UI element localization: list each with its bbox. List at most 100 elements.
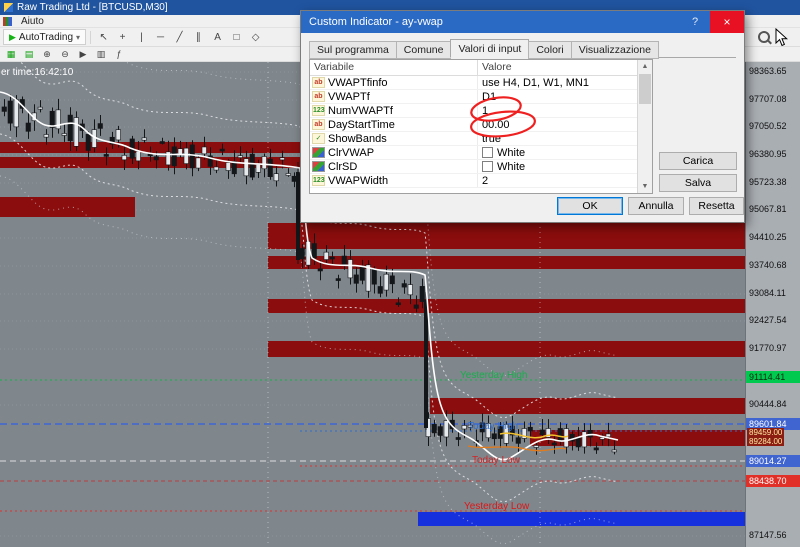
ab-type-icon: ab [312,77,325,88]
chart-menu-icon [3,17,12,26]
indicator-dialog: Custom Indicator - ay-vwap ? × Sul progr… [300,10,745,223]
param-value: White [497,147,525,159]
param-row[interactable]: ClrVWAP White [310,146,652,160]
pointer-icon[interactable]: ↖ [95,29,112,45]
price-badge: 89014.27 [746,455,800,467]
toolbar-row1-icons: ↖+|─╱∥A□◇ [95,29,264,45]
toolbar-row2-icons: ▦▤⊕⊖▶▥ƒ [3,47,127,61]
yesterday-high-label: Yesterday High [460,370,527,381]
dropdown-caret-icon: ▾ [76,33,80,42]
color-swatch [482,161,493,172]
scrollbar-thumb[interactable] [639,74,651,104]
autotrading-play-icon: ▶ [9,32,16,43]
indicators-icon[interactable]: ƒ [111,47,127,61]
scroll-down-icon[interactable]: ▼ [638,180,652,193]
param-value: 2 [482,175,488,187]
ab-type-icon: ab [312,119,325,130]
text-tool-icon[interactable]: A [209,29,226,45]
tab-sul-programma[interactable]: Sul programma [309,41,397,59]
param-row[interactable]: ClrSDWhite [310,160,652,174]
price-label: 94410.25 [749,232,787,243]
support-zone [418,512,745,526]
parameters-table: Variabile Valore abVWAPTfinfouse H4, D1,… [309,59,653,194]
annulla-button[interactable]: Annulla [628,197,684,215]
param-name: VWAPTfinfo [328,77,388,89]
autotrading-button[interactable]: ▶ AutoTrading ▾ [3,29,86,45]
param-value: true [482,133,501,145]
yesterday-low-label: Yesterday Low [464,501,530,512]
dialog-close-button[interactable]: × [710,11,744,33]
shapes-icon[interactable]: □ [228,29,245,45]
crosshair-icon[interactable]: + [114,29,131,45]
column-header-valore[interactable]: Valore [478,60,637,75]
price-badge: 89284.00 [747,437,784,446]
num-type-icon: 123 [312,105,325,116]
param-value: White [497,161,525,173]
price-label: 98363.65 [749,66,787,77]
tab-valori-di-input[interactable]: Valori di input [450,39,529,58]
auto-scroll-icon[interactable]: ▶ [75,47,91,61]
chart-window-icon[interactable]: ▤ [21,47,37,61]
autotrading-label: AutoTrading [19,32,73,43]
tab-visualizzazione[interactable]: Visualizzazione [571,41,659,59]
param-value: use H4, D1, W1, MN1 [482,77,589,89]
price-label: 97707.08 [749,94,787,105]
server-time-label: er time:16:42:10 [1,67,74,78]
param-row[interactable]: 123VWAPWidth2 [310,174,652,188]
zoom-out-icon[interactable]: ⊖ [57,47,73,61]
bool-type-icon: ✓ [312,133,325,144]
zoom-in-icon[interactable]: ⊕ [39,47,55,61]
price-label: 93084.11 [749,288,786,299]
scroll-up-icon[interactable]: ▲ [638,60,652,73]
price-label: 97050.52 [749,121,787,132]
menu-item-aiuto[interactable]: Aiuto [17,16,48,27]
metatrader-window: Raw Trading Ltd - [BTCUSD,M30] Aiuto ▶ A… [0,0,800,547]
price-badge: 91114.41 [746,371,800,383]
param-name: DayStartTime [328,119,395,131]
tab-comune[interactable]: Comune [396,41,452,59]
param-name: ShowBands [328,133,387,145]
vertical-line-icon[interactable]: | [133,29,150,45]
color-swatch [482,147,493,158]
carica-button[interactable]: Carica [659,152,737,170]
today-low-label: Today Low [472,455,521,466]
ok-button[interactable]: OK [557,197,623,215]
param-name: ClrVWAP [328,147,374,159]
color-type-icon [312,147,325,158]
today-high-label: Today High [468,421,518,432]
price-badge: 88438.70 [746,475,800,487]
tab-colori[interactable]: Colori [528,41,571,59]
dialog-title: Custom Indicator - ay-vwap [309,16,443,28]
param-row[interactable]: 123NumVWAPTf1 [310,104,652,118]
table-scrollbar[interactable]: ▲ ▼ [637,60,652,193]
trendline-icon[interactable]: ╱ [171,29,188,45]
charts-grid-icon[interactable]: ▦ [3,47,19,61]
price-label: 92427.54 [749,315,787,326]
column-header-variabile[interactable]: Variabile [310,60,478,75]
param-row[interactable]: abVWAPTfinfo use H4, D1, W1, MN1 [310,76,652,90]
channel-icon[interactable]: ∥ [190,29,207,45]
param-value: D1 [482,91,496,103]
param-name: VWAPTf [328,91,370,103]
search-icon[interactable] [758,31,770,43]
price-label: 96380.95 [749,149,787,160]
param-row[interactable]: ✓ShowBands true [310,132,652,146]
arrow-tool-icon[interactable]: ◇ [247,29,264,45]
price-label: 91770.97 [749,343,787,354]
dialog-help-button[interactable]: ? [680,11,710,33]
horizontal-line-icon[interactable]: ─ [152,29,169,45]
dialog-tabs: Sul programmaComuneValori di inputColori… [309,38,736,58]
chart-shift-icon[interactable]: ▥ [93,47,109,61]
price-label: 95067.81 [749,204,787,215]
price-axis: 98363.65 97707.08 97050.52 96380.95 95723.38… [745,62,800,547]
price-label: 95723.38 [749,177,787,188]
num-type-icon: 123 [312,175,325,186]
salva-button[interactable]: Salva [659,174,737,192]
resetta-button[interactable]: Resetta [689,197,744,215]
price-badge: 89459.00 [747,428,784,437]
param-row[interactable]: abVWAPTfD1 [310,90,652,104]
param-name: NumVWAPTf [328,105,393,117]
table-header: Variabile Valore [310,60,652,76]
dialog-titlebar[interactable]: Custom Indicator - ay-vwap ? × [301,11,744,33]
param-row[interactable]: abDayStartTime00.00 [310,118,652,132]
